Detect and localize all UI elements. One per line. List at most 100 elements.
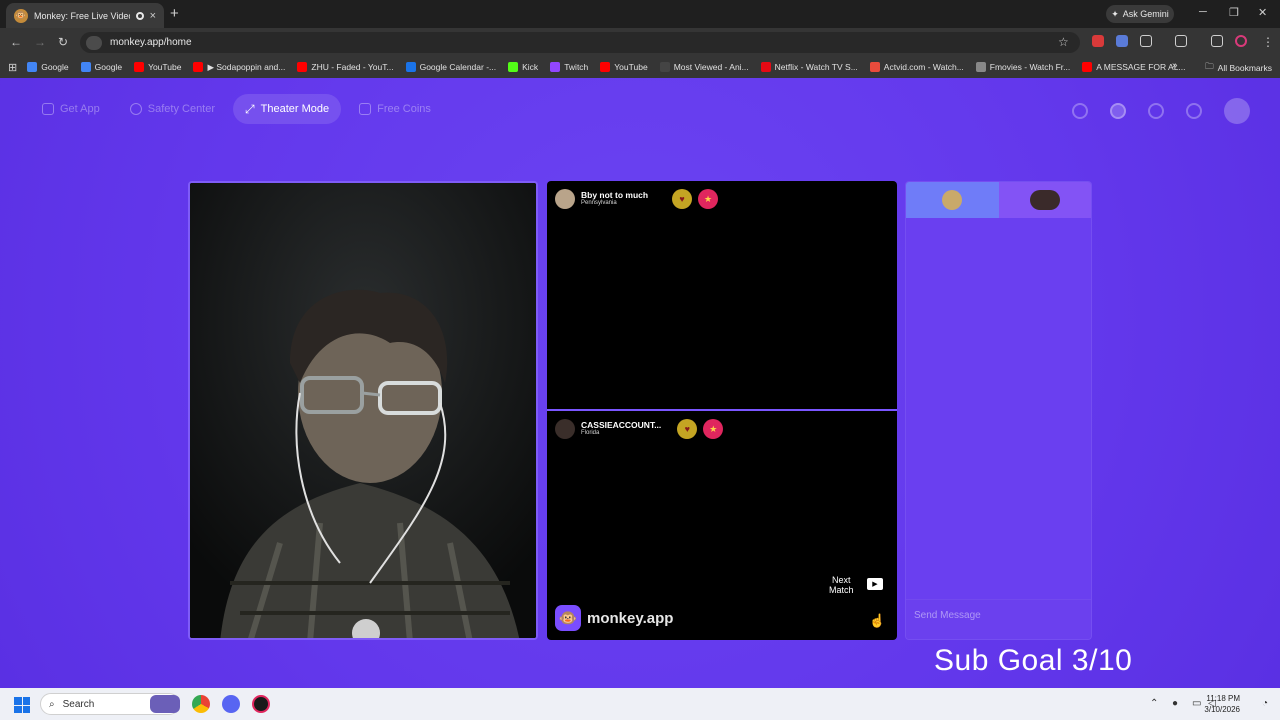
bookmark-item[interactable]: Actvid.com - Watch... [869, 62, 964, 72]
safety-center-button[interactable]: Safety Center [118, 94, 227, 124]
theater-mode-button[interactable]: ⤢ Theater Mode [233, 94, 342, 124]
send-message-input[interactable]: Send Message [906, 599, 1091, 639]
restore-icon[interactable]: ❐ [1229, 6, 1239, 19]
chat-tab-match-1[interactable] [906, 182, 999, 218]
bookmark-item[interactable]: YouTube [134, 62, 181, 72]
theater-mode-label: Theater Mode [260, 103, 330, 115]
tab-search-icon[interactable] [1175, 35, 1187, 47]
bookmark-item[interactable]: ZHU - Faded - YouT... [297, 62, 394, 72]
match-avatar[interactable] [555, 419, 575, 439]
match-avatar[interactable] [555, 189, 575, 209]
taskbar-clock[interactable]: 11:18 PM 3/10/2026 [1204, 693, 1240, 715]
chrome-app-icon[interactable] [192, 695, 210, 713]
heart-badge-icon[interactable]: ♥ [677, 419, 698, 439]
address-bar[interactable]: monkey.app/home [80, 32, 1080, 53]
chrome-menu-icon[interactable]: ⋮ [1262, 35, 1274, 49]
bookmark-item[interactable]: A MESSAGE FOR AL... [1082, 62, 1186, 72]
bookmark-item[interactable]: YouTube [600, 62, 648, 72]
match-1-avatar [942, 190, 963, 210]
downloads-icon[interactable] [1211, 35, 1223, 47]
apps-grid-icon[interactable]: ⊞ [8, 61, 17, 74]
tab-close-icon[interactable]: × [150, 10, 156, 22]
bookmark-item[interactable]: ▶ Sodapoppin and... [193, 62, 285, 73]
match-name: Bby not to much [581, 190, 649, 201]
shield-icon [129, 103, 142, 115]
search-icon[interactable] [1072, 103, 1088, 119]
bookmark-label: ▶ Sodapoppin and... [207, 61, 286, 72]
chat-bubble-icon[interactable] [1186, 103, 1202, 119]
bookmark-item[interactable]: Google [27, 62, 69, 72]
get-app-button[interactable]: Get App [30, 94, 112, 124]
gift-badge-icon[interactable]: ★ [703, 419, 724, 439]
bookmark-label: Kick [522, 62, 539, 72]
match-user-info: CASSIEACCOUNT... Florida [581, 421, 661, 437]
forward-icon[interactable]: → [34, 35, 46, 49]
bookmark-favicon-icon [869, 62, 880, 72]
brand-watermark: 🐵 monkey.app [555, 605, 673, 631]
bookmark-item[interactable]: Google [80, 62, 123, 72]
windows-start-icon[interactable] [14, 697, 30, 713]
url-text[interactable]: monkey.app/home [110, 37, 192, 48]
bookmark-label: Twitch [564, 62, 589, 72]
bookmark-item[interactable]: Twitch [550, 62, 588, 72]
browser-tab[interactable]: 🐵 Monkey: Free Live Video Ch × [6, 3, 164, 28]
taskbar-search-label: Search [62, 698, 95, 710]
brand-text: monkey.app [587, 609, 674, 627]
more-bookmarks-icon[interactable]: » [1172, 60, 1178, 71]
phone-icon [42, 103, 54, 115]
bookmark-item[interactable]: Netflix - Watch TV S... [760, 62, 858, 72]
app-icon[interactable] [252, 695, 270, 713]
recording-indicator-icon [135, 11, 144, 20]
chat-tab-match-2[interactable] [998, 182, 1091, 218]
bookmark-favicon-icon [297, 62, 308, 72]
match-location: Pennsylvania [581, 199, 617, 206]
friends-icon[interactable] [1110, 103, 1126, 119]
reload-icon[interactable]: ↻ [58, 35, 68, 49]
discord-app-icon[interactable] [222, 695, 240, 713]
next-match-button[interactable]: Next Match [829, 575, 854, 596]
expand-icon: ⤢ [245, 101, 255, 116]
bookmark-label: Netflix - Watch TV S... [774, 62, 858, 72]
bookmark-item[interactable]: Fmovies - Watch Fr... [975, 62, 1070, 72]
folder-icon: 🗀 [1205, 61, 1214, 71]
user-avatar[interactable] [1224, 98, 1250, 124]
widgets-icon[interactable] [150, 695, 180, 713]
microphone-icon[interactable]: ● [1172, 698, 1178, 709]
profile-avatar-icon[interactable] [1235, 35, 1247, 47]
network-icon[interactable]: ▭ [1192, 698, 1201, 709]
gemini-sparkle-icon: ✦ [1111, 8, 1119, 19]
back-icon[interactable]: ← [10, 35, 22, 49]
heart-badge-icon[interactable]: ♥ [672, 189, 693, 209]
chat-panel: Send Message [905, 181, 1092, 640]
chat-tabs [906, 182, 1091, 218]
bookmark-favicon-icon [659, 62, 670, 72]
ask-gemini-button[interactable]: ✦ Ask Gemini [1106, 5, 1174, 23]
next-match-label-2: Match [829, 585, 854, 596]
tray-chevron-icon[interactable]: ⌃ [1150, 698, 1158, 709]
next-arrow-icon[interactable]: ▶ [867, 578, 883, 590]
bookmark-label: YouTube [614, 62, 648, 72]
free-coins-button[interactable]: Free Coins [347, 94, 443, 124]
match-2-avatar [1029, 190, 1060, 210]
notifications-icon[interactable]: ◔ [1262, 698, 1268, 709]
bookmark-item[interactable]: Kick [508, 62, 538, 72]
extensions-puzzle-icon[interactable] [1140, 35, 1152, 47]
bookmark-item[interactable]: Google Calendar -... [405, 62, 496, 72]
bookmark-item[interactable]: Most Viewed - Ani... [659, 62, 749, 72]
bookmark-label: Google [94, 62, 123, 72]
close-window-icon[interactable]: ✕ [1258, 6, 1267, 19]
safety-center-label: Safety Center [147, 103, 216, 115]
bookmark-favicon-icon [600, 62, 611, 72]
extension-icon[interactable] [1092, 35, 1104, 47]
new-tab-button[interactable]: + [170, 5, 179, 22]
bookmark-favicon-icon [134, 62, 145, 72]
history-icon[interactable] [1148, 103, 1164, 119]
bookmark-favicon-icon [80, 62, 91, 72]
bookmark-label: Actvid.com - Watch... [883, 62, 964, 72]
gift-badge-icon[interactable]: ★ [698, 189, 719, 209]
bookmark-star-icon[interactable]: ☆ [1058, 35, 1069, 49]
minimize-icon[interactable]: ─ [1199, 6, 1207, 18]
site-info-icon[interactable] [86, 35, 102, 50]
all-bookmarks-button[interactable]: 🗀 All Bookmarks [1205, 61, 1272, 75]
extension-icon[interactable] [1116, 35, 1128, 47]
